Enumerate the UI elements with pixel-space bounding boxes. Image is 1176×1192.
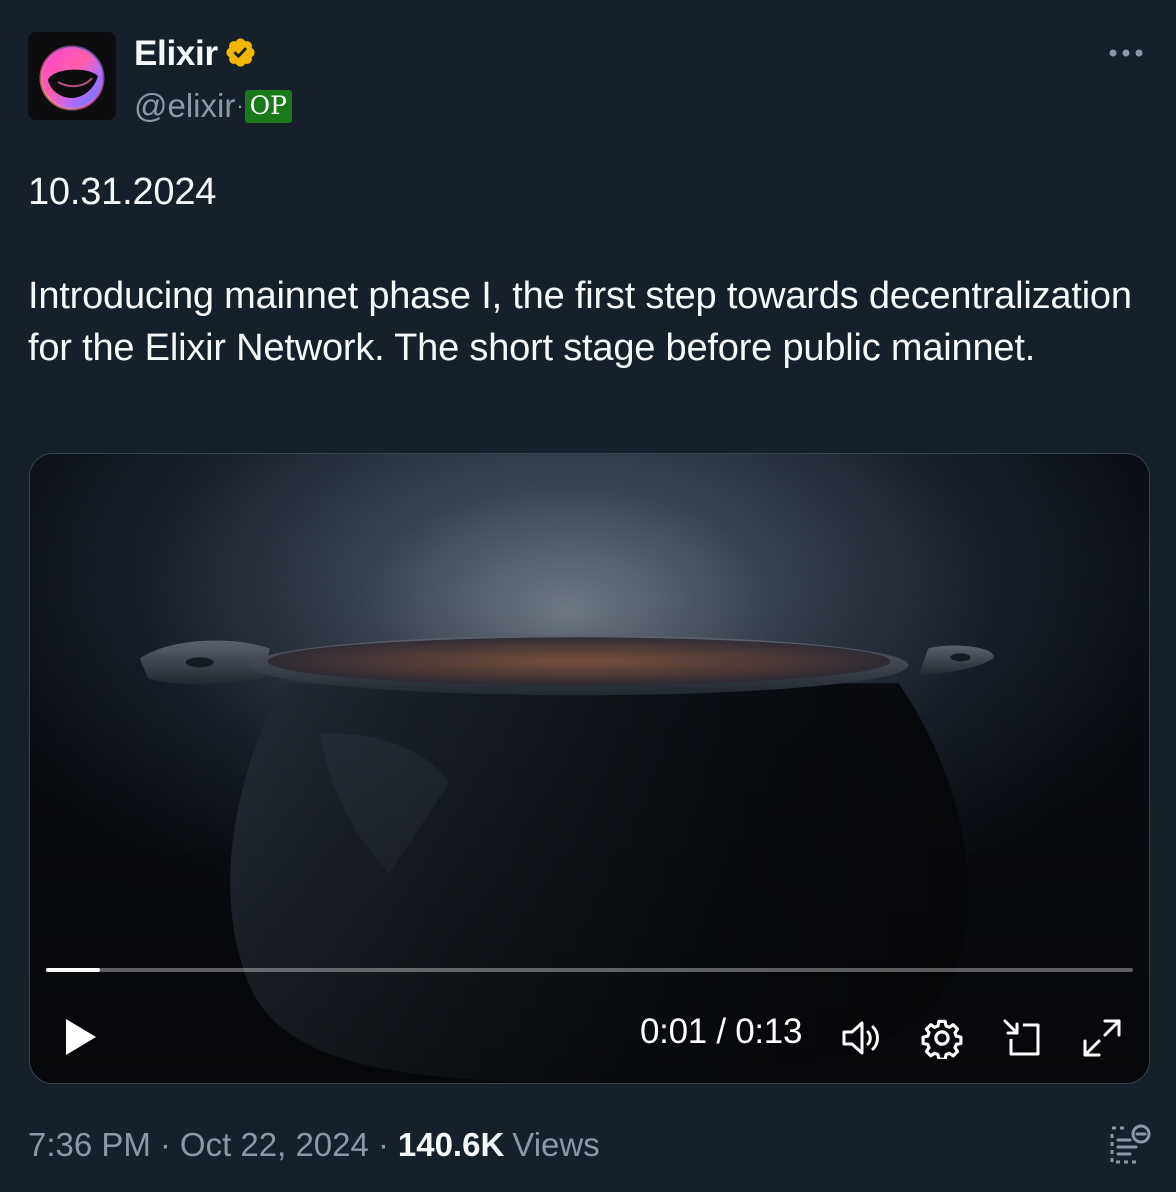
handle-row: @elixir · OP xyxy=(134,84,292,128)
views-label: Views xyxy=(512,1126,600,1163)
gear-icon xyxy=(921,1019,963,1059)
tweet-text: 10.31.2024 Introducing mainnet phase I, … xyxy=(28,171,1132,369)
views-count: 140.6K xyxy=(397,1126,505,1163)
picture-in-picture-button[interactable] xyxy=(996,1012,1048,1064)
tweet-date[interactable]: Oct 22, 2024 xyxy=(180,1126,369,1164)
avatar[interactable] xyxy=(28,32,116,120)
handle[interactable]: @elixir xyxy=(134,87,235,125)
play-icon xyxy=(66,1019,96,1055)
community-notes-button[interactable] xyxy=(1108,1122,1152,1168)
meta-separator: · xyxy=(159,1126,171,1163)
meta-separator: · xyxy=(377,1126,389,1163)
video-frame xyxy=(30,454,1149,1083)
video-time-readout: 0:01 / 0:13 xyxy=(640,1012,803,1051)
volume-icon xyxy=(842,1021,879,1055)
tweet: Elixir @elixir · OP 10.31.2024 Introduci… xyxy=(0,0,1176,1192)
more-options-button[interactable] xyxy=(1104,38,1148,68)
gold-verified-badge-icon[interactable] xyxy=(224,36,260,72)
settings-button[interactable] xyxy=(916,1012,968,1064)
display-name[interactable]: Elixir xyxy=(134,34,218,74)
play-button[interactable] xyxy=(56,1012,106,1062)
video-progress-bar[interactable] xyxy=(46,968,1133,972)
more-dots-icon xyxy=(1109,49,1143,57)
notes-icon xyxy=(1110,1124,1151,1164)
elixir-logo-icon xyxy=(28,32,116,120)
display-name-row: Elixir xyxy=(134,32,260,76)
tweet-meta: 7:36 PM · Oct 22, 2024 · 140.6K Views xyxy=(28,1122,600,1168)
picture-in-picture-icon xyxy=(1003,1019,1040,1056)
video-progress-fill xyxy=(46,968,101,972)
op-badge: OP xyxy=(244,89,292,123)
video-player[interactable]: 0:01 / 0:13 xyxy=(29,453,1150,1084)
volume-button[interactable] xyxy=(836,1012,888,1064)
fullscreen-icon xyxy=(1083,1019,1121,1057)
tweet-time[interactable]: 7:36 PM xyxy=(28,1126,151,1164)
video-controls: 0:01 / 0:13 xyxy=(30,1002,1149,1072)
handle-separator: · xyxy=(236,93,244,118)
fullscreen-button[interactable] xyxy=(1076,1012,1128,1064)
